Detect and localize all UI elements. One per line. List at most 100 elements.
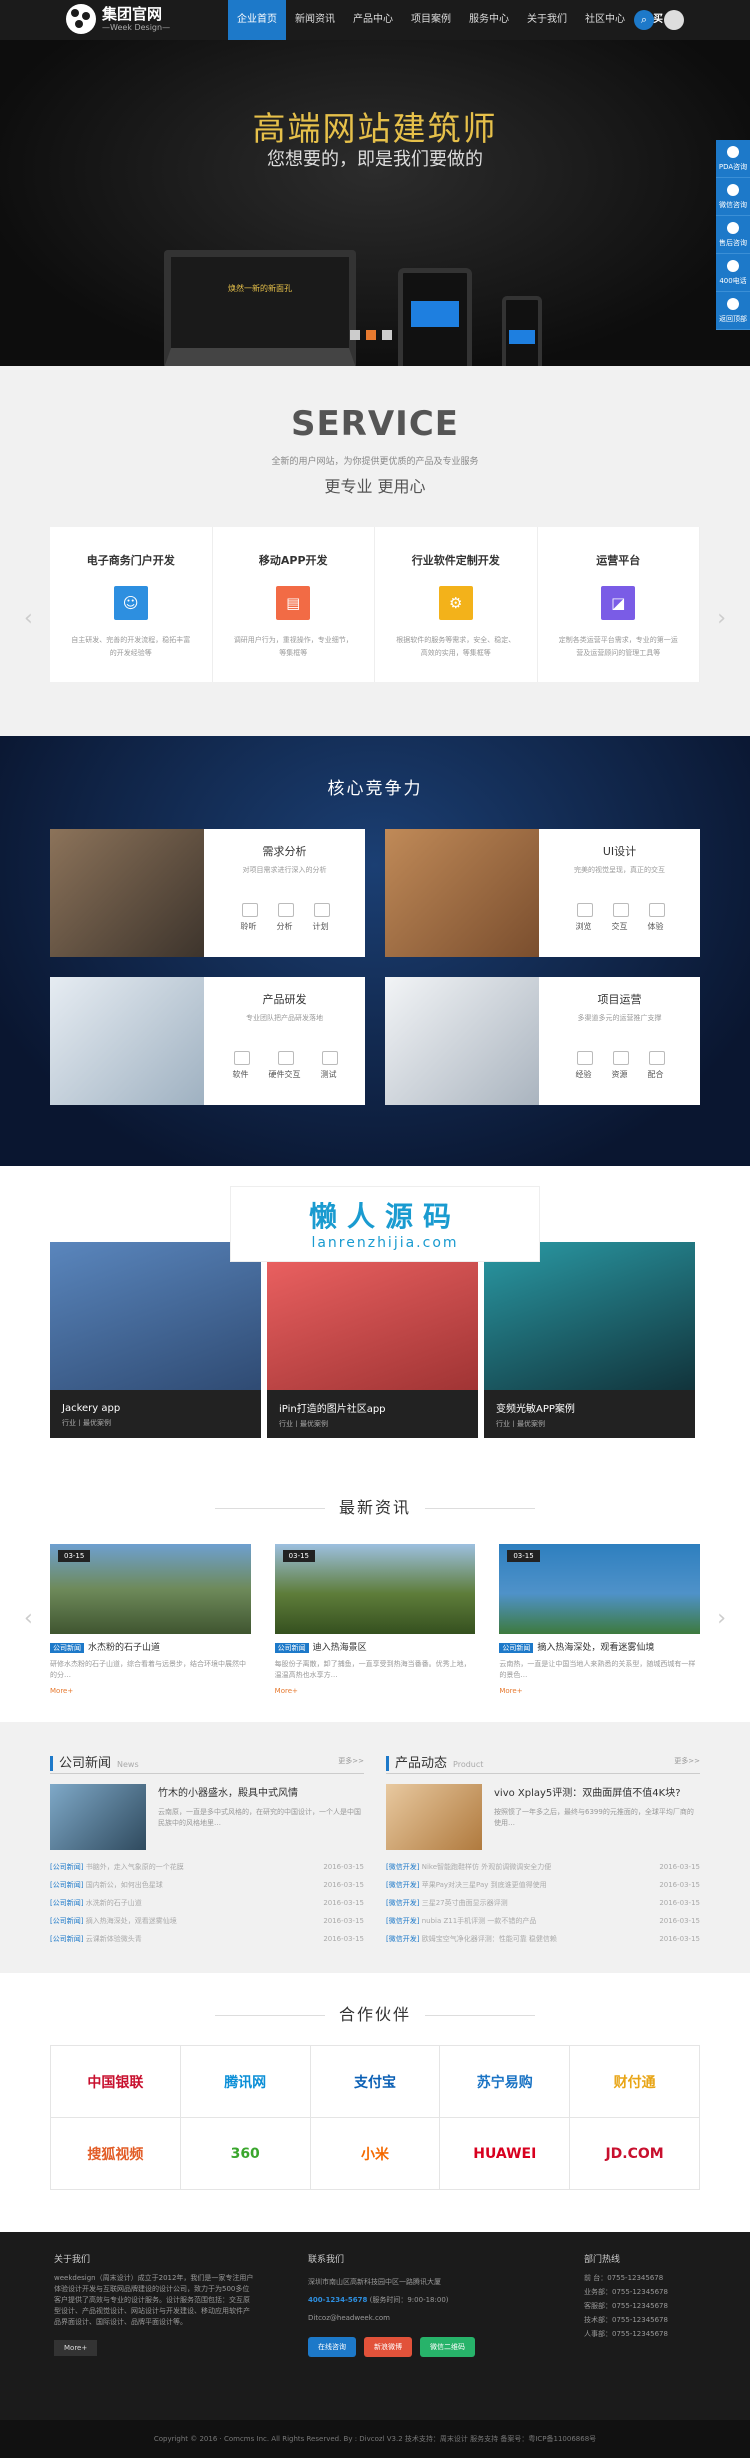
service-card[interactable]: 移动APP开发 ▤ 调研用户行为，重视操作，专业细节，等集框等	[213, 527, 375, 682]
nav-news[interactable]: 新闻资讯	[286, 0, 344, 40]
service-sub2: 更专业 更用心	[324, 477, 426, 496]
banner-dot-2[interactable]	[366, 330, 376, 340]
banner-subtitle: 您想要的，即是我们要做的	[267, 149, 483, 170]
case-card[interactable]: 变频光敏APP案例 行业丨最优案例	[484, 1242, 695, 1438]
banner-dot-3[interactable]	[382, 330, 392, 340]
weibo-button[interactable]: 新浪微博	[364, 2337, 412, 2357]
nav-products[interactable]: 产品中心	[344, 0, 402, 40]
list-item-date: 2016-03-15	[323, 1881, 364, 1889]
company-news-more[interactable]: 更多>>	[338, 1756, 364, 1766]
core-card[interactable]: 需求分析 对项目需求进行深入的分析 聆听 分析 计划	[50, 829, 365, 957]
footer-phone[interactable]: 400-1234-5678	[308, 2296, 367, 2304]
online-consult-button[interactable]: 在线咨询	[308, 2337, 356, 2357]
partner-logo-alipay[interactable]: 支付宝	[310, 2046, 441, 2118]
list-item[interactable]: [微信开发] nubia Z11手机评测 一款不错的产品 2016-03-15	[386, 1912, 700, 1930]
service-card[interactable]: 行业软件定制开发 ⚙ 根据软件的服务等需求，安全、稳定、高效的实用，等集框等	[375, 527, 538, 682]
service-cards: 电子商务门户开发 ☺ 自主研发、完善的开发流程，稳拓丰富的开发经验等 移动APP…	[50, 527, 700, 682]
list-item-date: 2016-03-15	[323, 1899, 364, 1907]
news-more-link[interactable]: More+	[499, 1687, 700, 1695]
list-item[interactable]: [微信开发] 三星27英寸曲面显示器评测 2016-03-15	[386, 1894, 700, 1912]
service-card-title: 行业软件定制开发	[411, 554, 500, 567]
service-card[interactable]: 电子商务门户开发 ☺ 自主研发、完善的开发流程，稳拓丰富的开发经验等	[50, 527, 213, 682]
service-card[interactable]: 运营平台 ◪ 定制各类运营平台需求，专业的第一运营及运营顾问的管理工具等	[538, 527, 700, 682]
core-card-image	[385, 829, 539, 957]
prev-arrow-icon[interactable]: ‹	[24, 1606, 33, 1631]
nav-service[interactable]: 服务中心	[460, 0, 518, 40]
list-item[interactable]: [公司新闻] 国内新公，如何出色星球 2016-03-15	[50, 1876, 364, 1894]
list-item[interactable]: [微信开发] Nike智能跑鞋样仿 外观前调微调安全力便 2016-03-15	[386, 1858, 700, 1876]
wechat-qr-button[interactable]: 微信二维码	[420, 2337, 475, 2357]
partner-logo-huawei[interactable]: HUAWEI	[440, 2118, 571, 2190]
partner-logo-tenpay[interactable]: 财付通	[570, 2046, 700, 2118]
service-sub1: 全新的用户网站，为你提供更优质的产品及专业服务	[271, 457, 479, 467]
float-contact-bar: PDA咨询 微信咨询 售后咨询 400电话 返回顶部	[716, 140, 750, 330]
company-news-featured[interactable]: 竹木的小器盛水，殿具中式风情 云南原，一直是多中式风格的，在研究的中国设计，一个人…	[50, 1784, 364, 1850]
nav-cases[interactable]: 项目案例	[402, 0, 460, 40]
service-card-desc: 自主研发、完善的开发流程，稳拓丰富的开发经验等	[71, 636, 191, 657]
phone-mockup	[502, 296, 542, 366]
list-item-title: 苹果Pay对决三星Pay 到底谁更值得使用	[421, 1881, 547, 1889]
service-card-title: 移动APP开发	[258, 554, 328, 567]
core-title: 核心竞争力	[327, 779, 423, 799]
smile-icon: ☺	[113, 586, 148, 620]
nav-about[interactable]: 关于我们	[518, 0, 576, 40]
user-avatar-icon[interactable]	[664, 10, 684, 30]
banner-dot-1[interactable]	[350, 330, 360, 340]
plan-icon: 计划	[313, 903, 330, 932]
list-item-cat: [公司新闻]	[50, 1881, 84, 1889]
list-item-title: 水洗新的石子山道	[85, 1899, 142, 1907]
core-card[interactable]: UI设计 完美的视觉呈现，真正的交互 浏览 交互 体验	[385, 829, 700, 957]
core-card[interactable]: 项目运营 多渠道多元的运营推广支撑 经验 资源 配合	[385, 977, 700, 1105]
list-item[interactable]: [公司新闻] 书脑外，走入气象原的一个花膜 2016-03-15	[50, 1858, 364, 1876]
nav-home[interactable]: 企业首页	[228, 0, 286, 40]
prev-arrow-icon[interactable]: ‹	[24, 606, 33, 631]
news-card[interactable]: 03-15 公司新闻 迪入热海景区 每股份子离散，卸了捕鱼，一直享受到热海当番番。…	[274, 1544, 476, 1695]
dept-line: 人事部：0755-12345678	[584, 2330, 668, 2338]
list-item-title: 欧姆宝空气净化器评测：性能可靠 稳健信赖	[421, 1935, 557, 1943]
hero-banner: 高端网站建筑师 您想要的，即是我们要做的 焕然一新的新面孔	[0, 40, 750, 366]
nav-community[interactable]: 社区中心	[576, 0, 634, 40]
partner-logo-unionpay[interactable]: 中国银联	[51, 2046, 181, 2118]
news-more-link[interactable]: More+	[275, 1687, 476, 1695]
float-aftersale[interactable]: 售后咨询	[716, 216, 750, 254]
core-card-image	[385, 977, 539, 1105]
product-news-column: 产品动态 Product 更多>> vivo Xplay5评测：双曲面屏值不值4K块…	[386, 1752, 700, 1948]
tablet-screen-block	[411, 301, 459, 327]
footer-more-button[interactable]: More+	[54, 2340, 98, 2356]
news-card[interactable]: 03-15 公司新闻 水杰粉的石子山道 研修水杰粉的石子山道，综合看着与远景步，结…	[50, 1544, 251, 1695]
footer-email[interactable]: Ditcoz@headweek.com	[308, 2309, 568, 2327]
core-card[interactable]: 产品研发 专业团队把产品研发落地 软件 硬件交互 测试	[50, 977, 365, 1105]
list-item[interactable]: [公司新闻] 摘入热海深处，观看迷雾仙境 2016-03-15	[50, 1912, 364, 1930]
partner-logo-xiaomi[interactable]: 小米	[310, 2118, 441, 2190]
news-card[interactable]: 03-15 公司新闻 摘入热海深处，观看迷雾仙境 云南热，一直是让中国当地人来熟悉…	[499, 1544, 701, 1695]
case-card[interactable]: Jackery app 行业丨最优案例	[50, 1242, 261, 1438]
list-item[interactable]: [公司新闻] 云课新体验微头青 2016-03-15	[50, 1930, 364, 1948]
list-item-cat: [公司新闻]	[50, 1935, 84, 1943]
partner-logo-360[interactable]: 360	[180, 2118, 311, 2190]
partner-logo-qq[interactable]: 腾讯网	[180, 2046, 311, 2118]
next-arrow-icon[interactable]: ›	[717, 1606, 726, 1631]
next-arrow-icon[interactable]: ›	[717, 606, 726, 631]
search-icon[interactable]: ⌕	[634, 10, 654, 30]
footer-dept-title: 部门热线	[584, 2255, 621, 2265]
core-card-image	[50, 977, 204, 1105]
product-news-featured[interactable]: vivo Xplay5评测：双曲面屏值不值4K块? 按照惯了一年多之后，最终与63…	[386, 1784, 700, 1850]
list-item[interactable]: [微信开发] 苹果Pay对决三星Pay 到底谁更值得使用 2016-03-15	[386, 1876, 700, 1894]
news-image: 03-15	[50, 1544, 251, 1634]
company-news-en: News	[117, 1760, 139, 1769]
float-phone[interactable]: 400电话	[716, 254, 750, 292]
partner-logo-suning[interactable]: 苏宁易购	[440, 2046, 571, 2118]
site-logo[interactable]: 集团官网 —Week Design—	[66, 4, 170, 34]
experience-icon: 经验	[576, 1051, 593, 1080]
list-item[interactable]: [公司新闻] 水洗新的石子山道 2016-03-15	[50, 1894, 364, 1912]
case-card[interactable]: iPin打造的图片社区app 行业丨最优案例	[267, 1242, 478, 1438]
list-item-date: 2016-03-15	[323, 1863, 364, 1871]
float-back-top[interactable]: 返回顶部	[716, 292, 750, 330]
partner-logo-sohu[interactable]: 搜狐视频	[51, 2118, 181, 2190]
product-news-more[interactable]: 更多>>	[674, 1756, 700, 1766]
float-pda[interactable]: PDA咨询	[716, 140, 750, 178]
float-wechat[interactable]: 微信咨询	[716, 178, 750, 216]
partner-logo-jd[interactable]: JD.COM	[570, 2118, 700, 2190]
news-more-link[interactable]: More+	[50, 1687, 251, 1695]
list-item[interactable]: [微信开发] 欧姆宝空气净化器评测：性能可靠 稳健信赖 2016-03-15	[386, 1930, 700, 1948]
